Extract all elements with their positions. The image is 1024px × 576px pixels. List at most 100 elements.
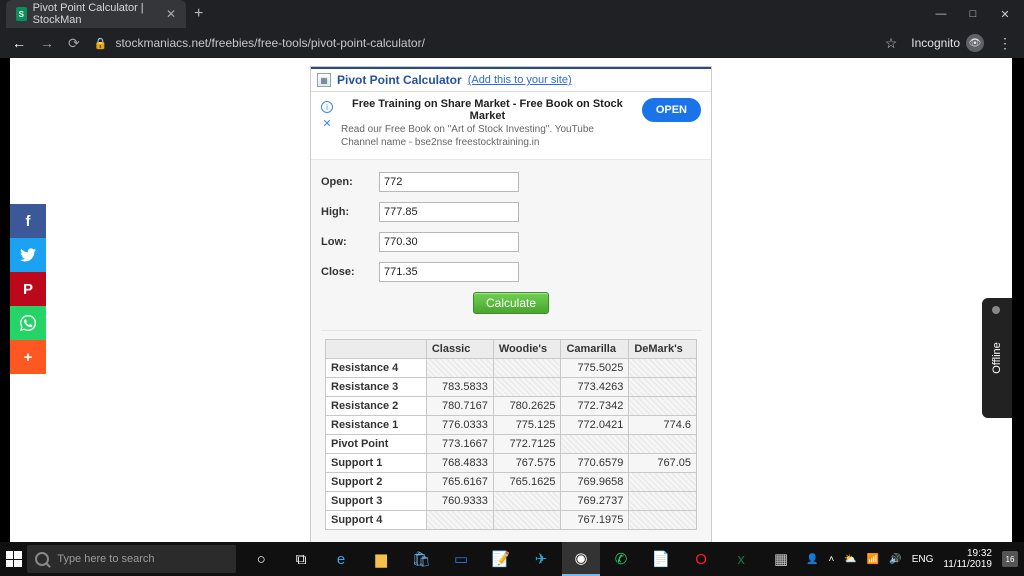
system-tray: 👤 ˄ ⛅ 📶 🔊 ENG 19:32 11/11/2019 16 <box>800 548 1024 570</box>
label-open: Open: <box>321 176 379 188</box>
browser-tab[interactable]: S Pivot Point Calculator | StockMan ✕ <box>6 0 186 28</box>
promo-close-icon[interactable]: ✕ <box>322 117 331 130</box>
offline-side-tab[interactable]: Offline <box>982 298 1012 418</box>
window-maximize-icon[interactable]: □ <box>966 8 980 21</box>
task-excel-icon[interactable]: x <box>722 542 760 576</box>
cell-demark <box>629 435 697 454</box>
windows-logo-icon <box>6 551 22 567</box>
cell-camarilla: 767.1975 <box>561 511 629 530</box>
results-area: ClassicWoodie'sCamarillaDeMark's Resistan… <box>321 331 701 542</box>
label-close: Close: <box>321 266 379 278</box>
task-chrome-icon[interactable]: ◉ <box>562 542 600 576</box>
browser-chrome: S Pivot Point Calculator | StockMan ✕ + … <box>0 0 1024 58</box>
results-header: Camarilla <box>561 340 629 359</box>
cell-demark <box>629 473 697 492</box>
window-close-icon[interactable]: ✕ <box>998 8 1012 21</box>
cell-demark <box>629 378 697 397</box>
promo-info-column: i ✕ <box>321 98 333 130</box>
task-telegram-icon[interactable]: ✈ <box>522 542 560 576</box>
tab-close-icon[interactable]: ✕ <box>166 7 176 21</box>
input-low[interactable] <box>379 232 519 252</box>
promo-open-button[interactable]: OPEN <box>642 98 701 122</box>
incognito-icon: 👁 <box>966 34 984 52</box>
table-row: Pivot Point773.1667772.7125 <box>326 435 697 454</box>
info-icon[interactable]: i <box>321 101 333 113</box>
nav-forward-icon[interactable]: → <box>40 35 54 51</box>
task-explorer-icon[interactable]: ▆ <box>362 542 400 576</box>
row-label: Resistance 1 <box>326 416 427 435</box>
task-generic-icon[interactable]: ▦ <box>762 542 800 576</box>
cell-woodie <box>493 492 561 511</box>
window-minimize-icon[interactable]: — <box>934 8 948 21</box>
cell-classic: 765.6167 <box>426 473 493 492</box>
cell-classic: 780.7167 <box>426 397 493 416</box>
task-edge-icon[interactable]: e <box>322 542 360 576</box>
share-twitter-icon[interactable] <box>10 238 46 272</box>
task-whatsapp-icon[interactable]: ✆ <box>602 542 640 576</box>
input-open[interactable] <box>379 172 519 192</box>
task-app1-icon[interactable]: ▭ <box>442 542 480 576</box>
share-more-icon[interactable]: + <box>10 340 46 374</box>
taskbar-search-placeholder: Type here to search <box>57 553 154 565</box>
row-label: Support 3 <box>326 492 427 511</box>
input-high[interactable] <box>379 202 519 222</box>
page-viewport: f P + ▦ Pivot Point Calculator (Add this… <box>0 58 1024 542</box>
cell-camarilla: 770.6579 <box>561 454 629 473</box>
cell-woodie: 765.1625 <box>493 473 561 492</box>
calculate-button[interactable]: Calculate <box>473 292 549 314</box>
tray-people-icon[interactable]: 👤 <box>806 554 818 565</box>
window-controls: — □ ✕ <box>934 8 1024 21</box>
label-high: High: <box>321 206 379 218</box>
bookmark-star-icon[interactable]: ☆ <box>885 35 898 52</box>
tray-cloud-icon[interactable]: ⛅ <box>844 554 856 565</box>
share-whatsapp-icon[interactable] <box>10 306 46 340</box>
table-row: Resistance 1776.0333775.125772.0421774.6 <box>326 416 697 435</box>
promo-headline: Free Training on Share Market - Free Boo… <box>341 98 634 122</box>
windows-taskbar: Type here to search ○ ⧉ e ▆ 🛍 ▭ 📝 ✈ ◉ ✆ … <box>0 542 1024 576</box>
row-label: Support 2 <box>326 473 427 492</box>
cell-camarilla: 773.4263 <box>561 378 629 397</box>
cell-woodie <box>493 378 561 397</box>
task-opera-icon[interactable]: O <box>682 542 720 576</box>
calculator-header: ▦ Pivot Point Calculator (Add this to yo… <box>311 67 711 92</box>
cell-camarilla: 772.7342 <box>561 397 629 416</box>
label-low: Low: <box>321 236 379 248</box>
add-to-site-link[interactable]: (Add this to your site) <box>468 74 572 86</box>
incognito-indicator: Incognito 👁 <box>911 34 984 52</box>
tray-sound-icon[interactable]: 🔊 <box>889 554 901 565</box>
results-header: DeMark's <box>629 340 697 359</box>
nav-back-icon[interactable]: ← <box>12 35 26 51</box>
task-store-icon[interactable]: 🛍 <box>402 542 440 576</box>
tray-language[interactable]: ENG <box>912 554 934 565</box>
share-facebook-icon[interactable]: f <box>10 204 46 238</box>
tray-date: 11/11/2019 <box>943 559 992 570</box>
cell-woodie: 775.125 <box>493 416 561 435</box>
cell-demark <box>629 397 697 416</box>
cell-classic <box>426 359 493 378</box>
url-field[interactable]: 🔒 stockmaniacs.net/freebies/free-tools/p… <box>94 36 871 50</box>
taskbar-search[interactable]: Type here to search <box>27 545 236 573</box>
url-text: stockmaniacs.net/freebies/free-tools/piv… <box>115 36 424 50</box>
share-pinterest-icon[interactable]: P <box>10 272 46 306</box>
tab-favicon: S <box>16 7 27 21</box>
tray-notifications-icon[interactable]: 16 <box>1002 551 1018 567</box>
task-docs-icon[interactable]: 📄 <box>642 542 680 576</box>
input-close[interactable] <box>379 262 519 282</box>
tray-wifi-icon[interactable]: 📶 <box>867 554 879 565</box>
browser-menu-icon[interactable]: ⋮ <box>998 35 1012 52</box>
nav-reload-icon[interactable]: ⟳ <box>68 35 80 52</box>
new-tab-button[interactable]: + <box>194 5 203 23</box>
tray-up-icon[interactable]: ˄ <box>829 554 835 565</box>
task-taskview-icon[interactable]: ⧉ <box>282 542 320 576</box>
results-header: Classic <box>426 340 493 359</box>
start-button[interactable] <box>0 551 27 567</box>
tray-clock[interactable]: 19:32 11/11/2019 <box>943 548 992 570</box>
results-header: Woodie's <box>493 340 561 359</box>
task-notes-icon[interactable]: 📝 <box>482 542 520 576</box>
results-table: ClassicWoodie'sCamarillaDeMark's Resistan… <box>325 339 697 530</box>
task-cortana-icon[interactable]: ○ <box>242 542 280 576</box>
taskbar-apps: ○ ⧉ e ▆ 🛍 ▭ 📝 ✈ ◉ ✆ 📄 O x ▦ <box>242 542 800 576</box>
table-row: Support 3760.9333769.2737 <box>326 492 697 511</box>
cell-demark: 767.05 <box>629 454 697 473</box>
tray-time: 19:32 <box>943 548 992 559</box>
